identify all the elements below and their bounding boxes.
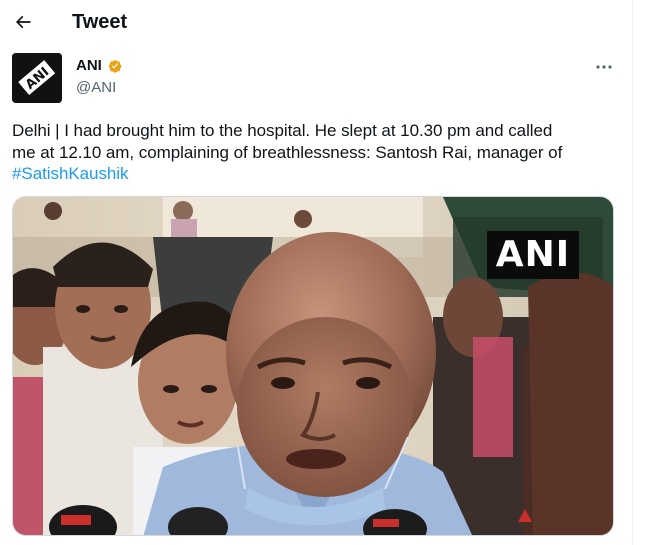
column-divider: [632, 0, 633, 545]
more-options-icon: [596, 65, 612, 69]
tweet-page: Tweet ANI ANI @ANI Delhi | I had brought: [0, 0, 632, 545]
back-button[interactable]: [6, 5, 40, 39]
tweet-text: Delhi | I had brought him to the hospita…: [12, 120, 624, 185]
watermark-text: ANI: [495, 234, 571, 275]
tweet-header: Tweet: [0, 0, 632, 44]
tweet-text-line: Delhi | I had brought him to the hospita…: [12, 121, 553, 140]
ani-logo: ANI: [12, 53, 62, 103]
verified-badge-icon: [106, 57, 124, 75]
tweet-media-photo[interactable]: ANI: [12, 196, 614, 536]
author-name[interactable]: ANI: [76, 57, 102, 75]
author-avatar[interactable]: ANI: [12, 53, 62, 103]
media-watermark: ANI: [487, 231, 579, 279]
author-name-row: ANI: [76, 57, 124, 75]
tweet-text-line: me at 12.10 am, complaining of breathles…: [12, 142, 563, 162]
arrow-left-icon: [15, 15, 31, 29]
author-handle[interactable]: @ANI: [76, 79, 116, 97]
more-options-button[interactable]: [586, 54, 622, 80]
page-title: Tweet: [72, 11, 128, 33]
hashtag-link[interactable]: #SatishKaushik: [12, 164, 129, 183]
